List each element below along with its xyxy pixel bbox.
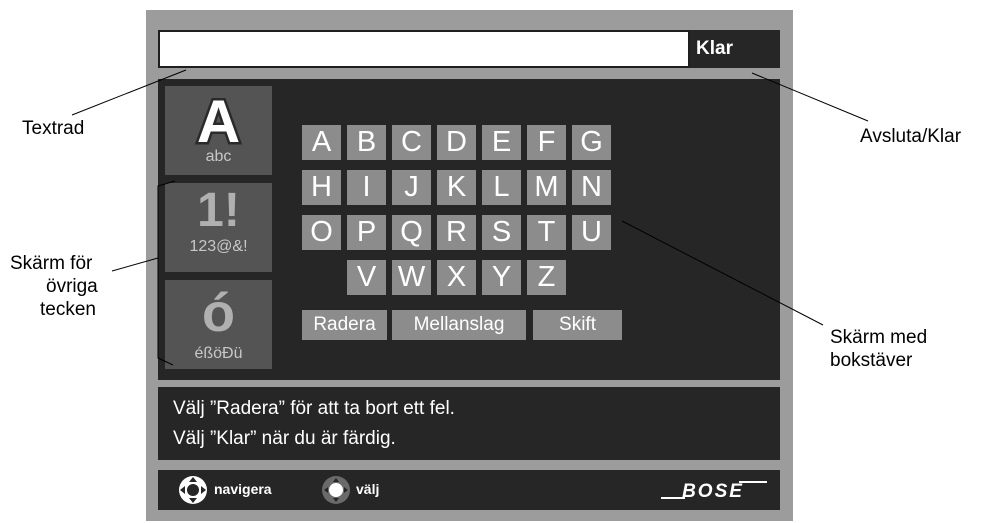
callout-other-screen-line-1: Skärm för <box>10 253 93 274</box>
callout-done: Avsluta/Klar <box>860 126 962 147</box>
callout-letters-screen-line-2: bokstäver <box>830 350 913 371</box>
callout-text-row: Textrad <box>22 118 85 139</box>
callout-letters-screen-line-1: Skärm med <box>830 327 928 348</box>
callout-other-screen-line-3: tecken <box>40 299 96 320</box>
callout-other-screen-line-2: övriga <box>46 276 98 297</box>
callout-leader-lines <box>71 69 869 366</box>
